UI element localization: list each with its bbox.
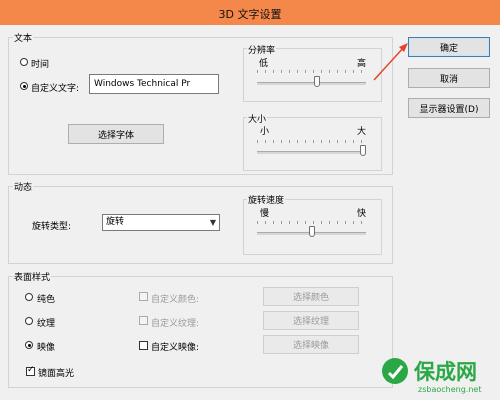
size-min-label: 小 (260, 127, 270, 137)
resolution-slider-thumb[interactable] (313, 76, 320, 87)
rotation-type-select[interactable]: 旋转 ▼ (102, 214, 220, 231)
rotation-type-label: 旋转类型: (32, 222, 72, 232)
watermark-logo-icon (382, 358, 408, 384)
ok-button[interactable]: 确定 (408, 37, 490, 57)
specular-highlight-label: 镜面高光 (38, 369, 75, 379)
motion-group-label: 动态 (13, 180, 34, 193)
choose-texture-button[interactable]: 选择纹理 (263, 311, 359, 330)
custom-reflection-checkbox[interactable] (139, 341, 148, 350)
choose-reflection-button[interactable]: 选择映像 (263, 335, 359, 354)
watermark: 保成网 zsbaocheng.net (378, 352, 500, 400)
custom-text-input[interactable]: Windows Technical Pr (89, 74, 219, 94)
reflection-radio[interactable] (25, 341, 33, 349)
custom-text-radio-label: 自定义文字: (31, 84, 80, 94)
chevron-down-icon: ▼ (209, 218, 216, 227)
surface-group-label: 表面样式 (13, 270, 52, 283)
speed-min-label: 慢 (260, 209, 270, 219)
custom-texture-label: 自定义纹理: (151, 319, 200, 329)
specular-highlight-checkbox[interactable] (26, 365, 35, 376)
size-slider-thumb[interactable] (360, 145, 366, 156)
choose-font-button[interactable]: 选择字体 (68, 124, 164, 144)
choose-color-button[interactable]: 选择颜色 (263, 287, 359, 306)
resolution-min-label: 低 (259, 59, 269, 69)
speed-ticks (257, 221, 366, 224)
resolution-max-label: 高 (357, 59, 367, 69)
annotation-arrow-icon (373, 43, 408, 81)
reflection-label: 映像 (37, 343, 56, 353)
size-max-label: 大 (357, 127, 367, 137)
custom-color-label: 自定义颜色: (151, 295, 200, 305)
resolution-slider-track[interactable] (257, 82, 366, 85)
custom-reflection-label: 自定义映像: (151, 343, 200, 353)
title-bar[interactable]: 3D 文字设置 (0, 0, 500, 25)
rotation-type-value: 旋转 (106, 217, 125, 227)
display-settings-button[interactable]: 显示器设置(D) (408, 98, 490, 118)
speed-slider-thumb[interactable] (308, 226, 315, 237)
time-radio-label: 时间 (31, 60, 50, 70)
cancel-button[interactable]: 取消 (408, 68, 490, 88)
size-ticks (257, 140, 366, 143)
resolution-ticks (257, 70, 366, 73)
speed-max-label: 快 (357, 209, 367, 219)
texture-label: 纹理 (37, 319, 56, 329)
speed-label: 旋转速度 (247, 193, 286, 206)
custom-color-checkbox[interactable] (139, 292, 148, 301)
text-group-label: 文本 (13, 31, 34, 44)
custom-text-radio[interactable] (20, 82, 28, 90)
texture-radio[interactable] (25, 317, 33, 325)
solid-color-label: 纯色 (37, 295, 56, 305)
time-radio[interactable] (20, 58, 28, 66)
watermark-url: zsbaocheng.net (418, 385, 482, 394)
window-title: 3D 文字设置 (218, 8, 282, 21)
watermark-text: 保成网 (414, 360, 477, 384)
solid-color-radio[interactable] (25, 293, 33, 301)
custom-texture-checkbox[interactable] (139, 316, 148, 325)
resolution-label: 分辨率 (247, 43, 277, 56)
size-slider-track[interactable] (257, 151, 366, 154)
